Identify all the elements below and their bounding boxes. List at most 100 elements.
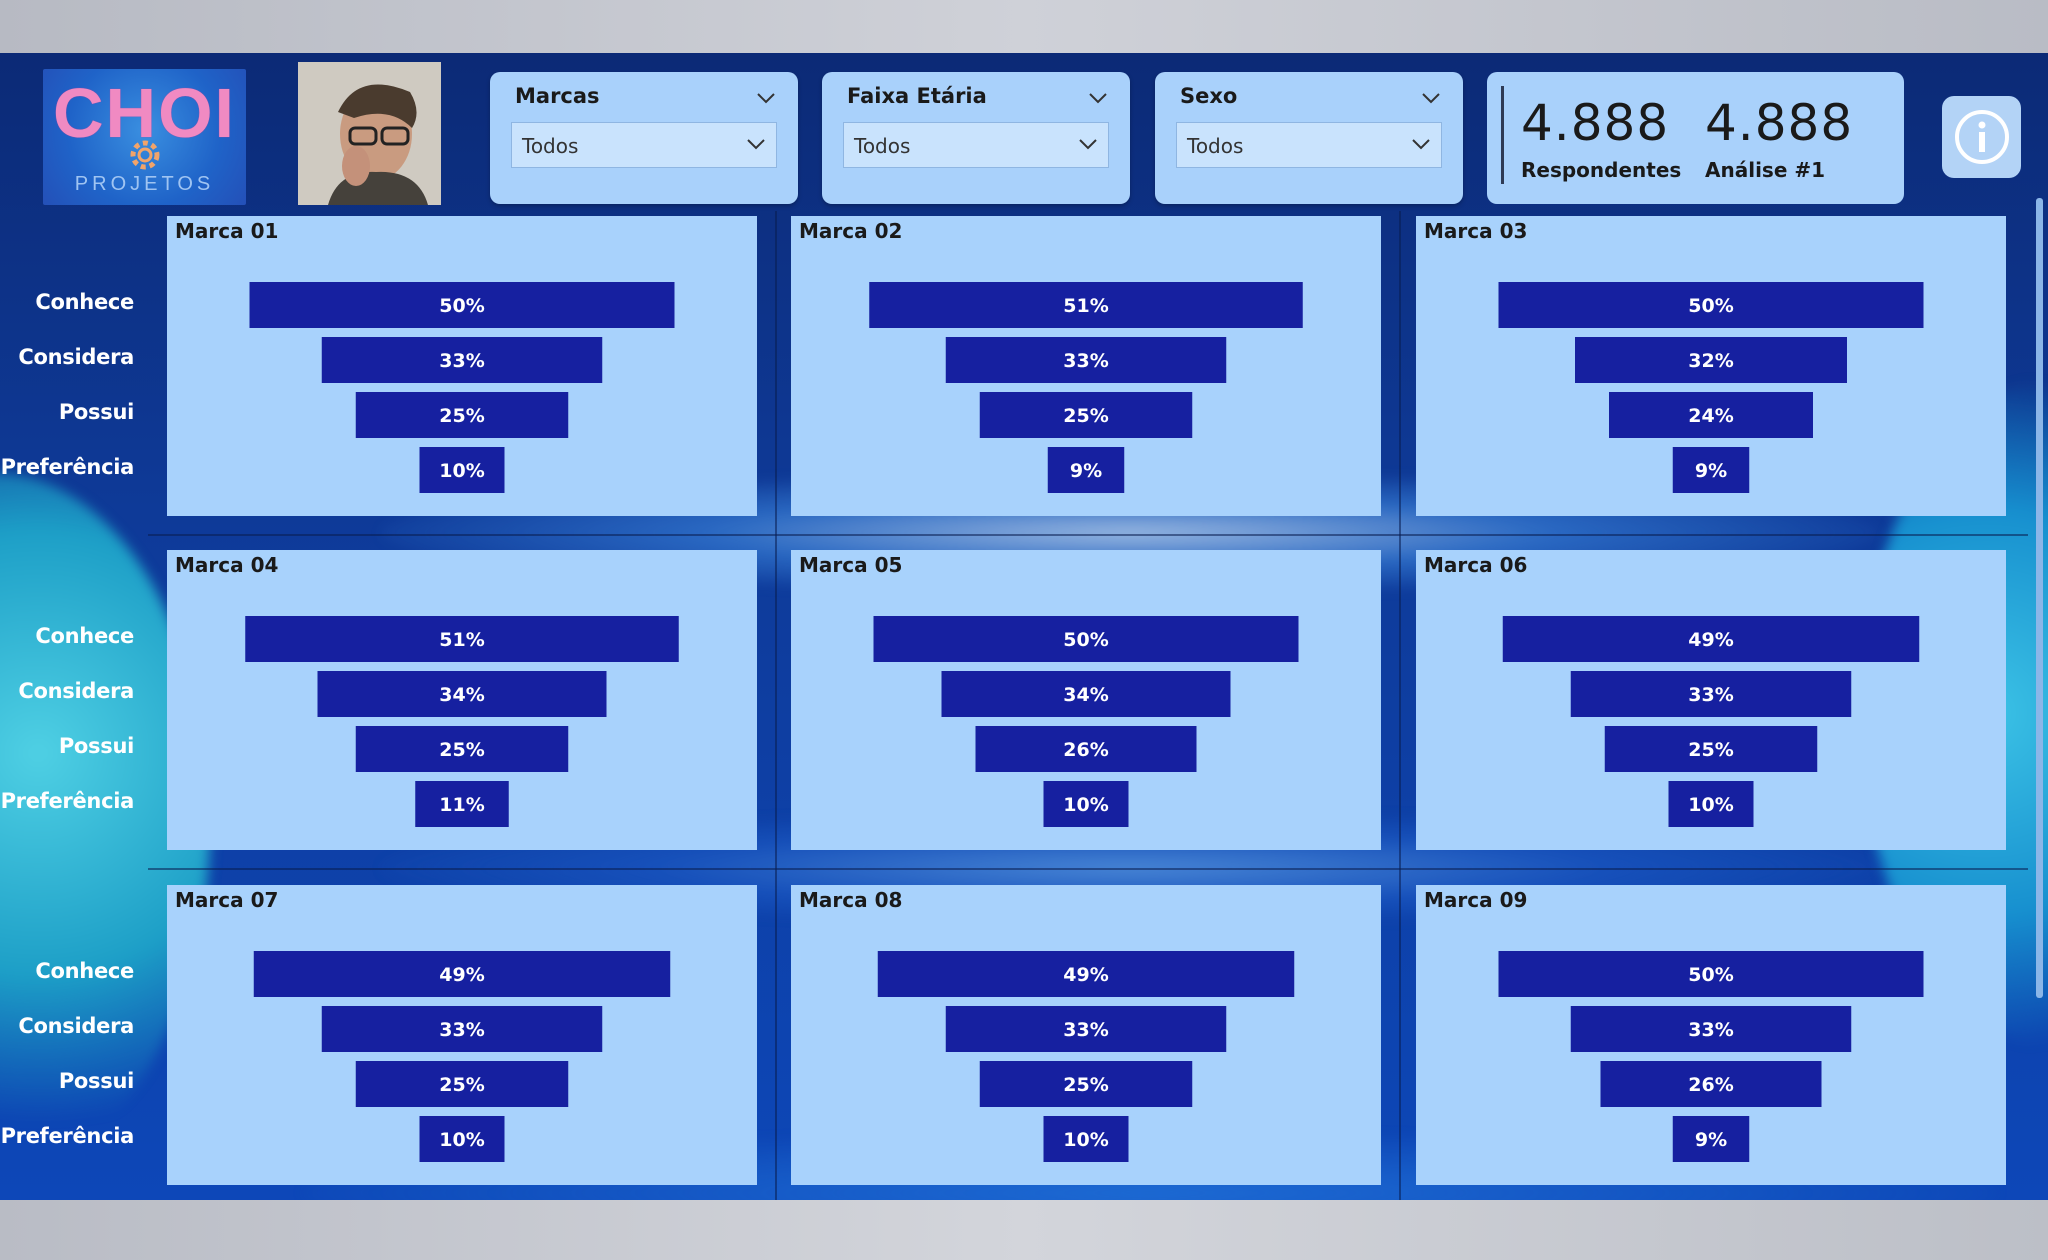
- filter-dropdown[interactable]: Todos: [1176, 122, 1442, 168]
- data-label: 10%: [439, 1129, 484, 1151]
- filter-sexo[interactable]: Sexo Todos: [1155, 72, 1463, 204]
- filter-dropdown[interactable]: Todos: [843, 122, 1109, 168]
- data-label: 50%: [439, 295, 484, 317]
- filter-value: Todos: [854, 134, 911, 158]
- chevron-down-icon[interactable]: [1078, 138, 1098, 150]
- company-logo: CHOI PROJETOS: [43, 69, 246, 205]
- data-label: 50%: [1063, 629, 1108, 651]
- kpi-respondentes-label: Respondentes: [1521, 158, 1682, 182]
- data-label: 25%: [439, 1074, 484, 1096]
- data-label: 11%: [439, 794, 484, 816]
- data-label: 33%: [439, 350, 484, 372]
- stage-label: Preferência: [0, 789, 135, 813]
- top-margin: [0, 0, 2048, 53]
- data-label: 49%: [439, 964, 484, 986]
- info-button[interactable]: [1942, 96, 2021, 178]
- data-label: 9%: [1070, 460, 1102, 482]
- stage-label: Preferência: [0, 1124, 135, 1148]
- stage-label: Possui: [58, 734, 134, 758]
- filter-faixa-etaria[interactable]: Faixa Etária Todos: [822, 72, 1130, 204]
- grid-divider: [1399, 211, 1401, 1200]
- data-label: 10%: [439, 460, 484, 482]
- stage-label: Considera: [18, 1014, 134, 1038]
- data-label: 26%: [1688, 1074, 1733, 1096]
- data-label: 50%: [1688, 295, 1733, 317]
- grid-divider: [775, 211, 777, 1200]
- data-label: 51%: [439, 629, 484, 651]
- funnel-panel[interactable]: Marca 02 51% 33% 25% 9%: [791, 216, 1381, 516]
- data-label: 26%: [1063, 739, 1108, 761]
- data-label: 33%: [1063, 350, 1108, 372]
- stage-label: Conhece: [35, 959, 134, 983]
- data-label: 34%: [1063, 684, 1108, 706]
- data-label: 9%: [1695, 1129, 1727, 1151]
- filter-title: Faixa Etária: [847, 84, 987, 108]
- funnel-chart: 50% 34% 26% 10%: [873, 616, 1299, 827]
- profile-photo: [298, 62, 441, 205]
- stage-label: Considera: [18, 679, 134, 703]
- data-label: 25%: [1063, 1074, 1108, 1096]
- funnel-chart: 50% 32% 24% 9%: [1498, 282, 1924, 493]
- funnel-panel[interactable]: Marca 07 49% 33% 25% 10%: [167, 885, 757, 1185]
- data-label: 33%: [439, 1019, 484, 1041]
- kpi-accent-bar: [1501, 86, 1504, 184]
- chevron-down-icon[interactable]: [756, 92, 776, 104]
- stage-label: Conhece: [35, 624, 134, 648]
- funnel-chart: 50% 33% 25% 10%: [249, 282, 675, 493]
- data-label: 10%: [1063, 1129, 1108, 1151]
- data-label: 24%: [1688, 405, 1733, 427]
- funnel-panel[interactable]: Marca 01 50% 33% 25% 10%: [167, 216, 757, 516]
- data-label: 50%: [1688, 964, 1733, 986]
- kpi-card: 4.888 Respondentes 4.888 Análise #1: [1487, 72, 1904, 204]
- stage-label: Preferência: [0, 455, 135, 479]
- data-label: 25%: [1063, 405, 1108, 427]
- funnel-panel[interactable]: Marca 09 50% 33% 26% 9%: [1416, 885, 2006, 1185]
- scrollbar[interactable]: [2036, 198, 2043, 998]
- funnel-chart: 51% 34% 25% 11%: [245, 616, 679, 827]
- kpi-analise-value: 4.888: [1705, 94, 1854, 152]
- filter-marcas[interactable]: Marcas Todos: [490, 72, 798, 204]
- kpi-respondentes-value: 4.888: [1521, 94, 1670, 152]
- funnel-panel[interactable]: Marca 04 51% 34% 25% 11%: [167, 550, 757, 850]
- data-label: 33%: [1688, 684, 1733, 706]
- filter-title: Sexo: [1180, 84, 1238, 108]
- funnel-panel[interactable]: Marca 03 50% 32% 24% 9%: [1416, 216, 2006, 516]
- grid-divider: [148, 534, 2028, 536]
- funnel-chart: 49% 33% 25% 10%: [1502, 616, 1920, 827]
- stage-label: Possui: [58, 400, 134, 424]
- data-label: 51%: [1063, 295, 1108, 317]
- chevron-down-icon[interactable]: [746, 138, 766, 150]
- funnel-panel[interactable]: Marca 08 49% 33% 25% 10%: [791, 885, 1381, 1185]
- data-label: 25%: [1688, 739, 1733, 761]
- data-label: 34%: [439, 684, 484, 706]
- data-label: 33%: [1063, 1019, 1108, 1041]
- chevron-down-icon[interactable]: [1088, 92, 1108, 104]
- funnel-chart: 49% 33% 25% 10%: [253, 951, 671, 1162]
- funnel-chart: 51% 33% 25% 9%: [869, 282, 1303, 493]
- data-label: 10%: [1063, 794, 1108, 816]
- filter-dropdown[interactable]: Todos: [511, 122, 777, 168]
- filter-value: Todos: [522, 134, 579, 158]
- data-label: 9%: [1695, 460, 1727, 482]
- chevron-down-icon[interactable]: [1421, 92, 1441, 104]
- data-label: 33%: [1688, 1019, 1733, 1041]
- info-icon: [1955, 110, 2009, 164]
- funnel-chart: 50% 33% 26% 9%: [1498, 951, 1924, 1162]
- logo-subtitle: PROJETOS: [74, 173, 215, 195]
- grid-divider: [148, 868, 2028, 870]
- data-label: 49%: [1063, 964, 1108, 986]
- stage-label: Considera: [18, 345, 134, 369]
- data-label: 10%: [1688, 794, 1733, 816]
- bottom-margin: [0, 1200, 2048, 1260]
- kpi-analise-label: Análise #1: [1705, 158, 1826, 182]
- filter-value: Todos: [1187, 134, 1244, 158]
- stage-label: Conhece: [35, 290, 134, 314]
- chevron-down-icon[interactable]: [1411, 138, 1431, 150]
- funnel-panel[interactable]: Marca 06 49% 33% 25% 10%: [1416, 550, 2006, 850]
- stage-label: Possui: [58, 1069, 134, 1093]
- filter-title: Marcas: [515, 84, 600, 108]
- funnel-panel[interactable]: Marca 05 50% 34% 26% 10%: [791, 550, 1381, 850]
- gear-icon: [130, 140, 160, 170]
- data-label: 25%: [439, 405, 484, 427]
- data-label: 49%: [1688, 629, 1733, 651]
